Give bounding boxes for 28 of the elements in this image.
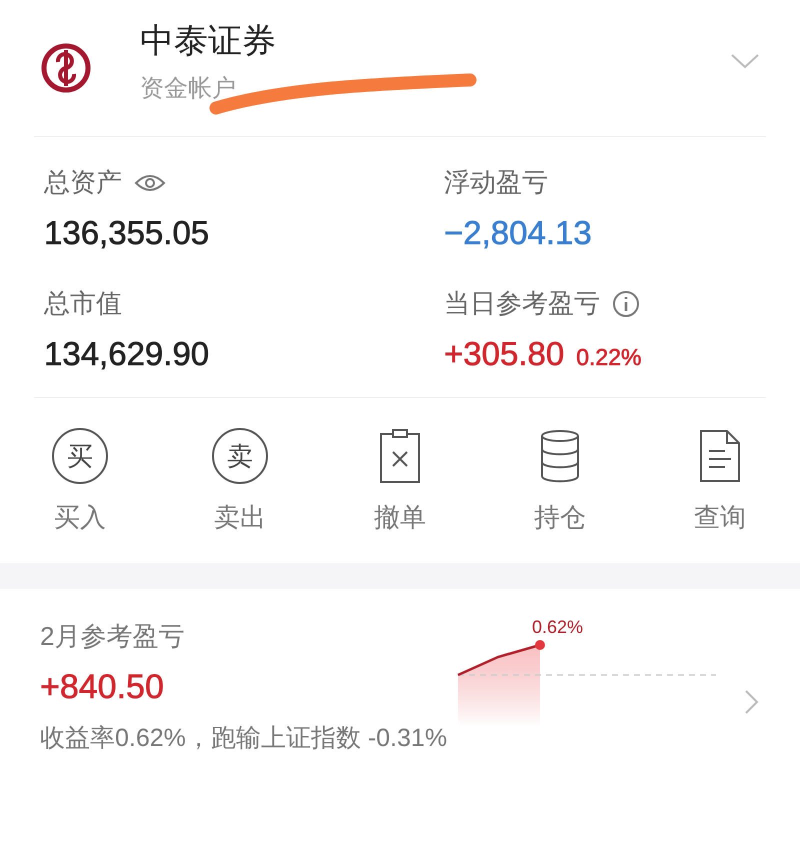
chart-label: 0.62% — [532, 617, 584, 638]
cancel-order-icon — [378, 428, 422, 484]
stat-label: 总资产 — [44, 166, 122, 199]
stat-value: +305.80 — [444, 335, 564, 373]
return-summary: 收益率0.62%，跑输上证指数 -0.31% — [40, 723, 448, 754]
eye-icon[interactable] — [134, 172, 166, 192]
month-profit: +840.50 — [40, 668, 164, 707]
document-icon — [699, 429, 741, 483]
month-title: 2月参考盈亏 — [40, 620, 184, 653]
stat-label: 当日参考盈亏 — [444, 287, 600, 320]
stat-percent: 0.22% — [576, 344, 642, 371]
stat-label: 浮动盈亏 — [444, 166, 548, 199]
stat-value: 136,355.05 — [44, 214, 210, 252]
database-icon — [539, 429, 581, 483]
stat-value: 134,629.90 — [44, 335, 210, 373]
action-button[interactable]: 撤单 — [320, 426, 480, 535]
stat-value: −2,804.13 — [444, 214, 592, 252]
broker-logo — [40, 42, 92, 94]
circled-char-icon: 买 — [52, 428, 108, 484]
action-button[interactable]: 查询 — [640, 426, 800, 535]
account-label: 资金帐户 — [140, 74, 237, 104]
action-button[interactable]: 卖 卖出 — [160, 426, 320, 535]
info-icon[interactable] — [612, 290, 640, 318]
circled-char-icon: 卖 — [212, 428, 268, 484]
action-button[interactable]: 持仓 — [480, 426, 640, 535]
stat-label: 总市值 — [44, 287, 122, 320]
action-button[interactable]: 买 买入 — [0, 426, 160, 535]
broker-name: 中泰证券 — [140, 21, 276, 62]
